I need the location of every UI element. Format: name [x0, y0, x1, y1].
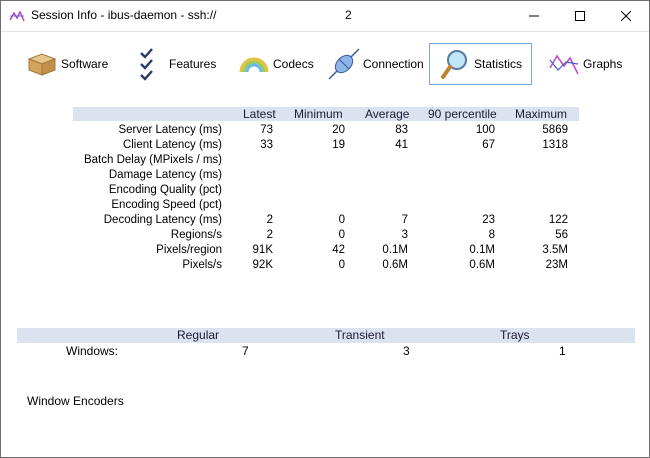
stat-cell: 0.6M — [469, 259, 495, 271]
session-info-window: Session Info - ibus-daemon - ssh:// 2 So… — [0, 0, 650, 458]
header-maximum: Maximum — [515, 107, 568, 121]
stat-cell: 0.1M — [469, 244, 495, 256]
windows-row-label: Windows: — [66, 344, 119, 358]
graph-icon — [547, 47, 581, 81]
statistics-header-row: Latest Minimum Average 90 percentile Max… — [73, 107, 579, 121]
windows-row: Windows: 7 3 1 — [17, 344, 635, 359]
stat-cell: 0 — [338, 259, 345, 271]
stat-row-label: Client Latency (ms) — [122, 139, 222, 151]
stat-row: Pixels/s 92K 0 0.6M 0.6M 23M — [73, 258, 579, 273]
stat-cell: 0 — [338, 229, 345, 241]
stat-row: Server Latency (ms) 73 20 83 100 5869 — [73, 123, 579, 138]
stat-row-label: Damage Latency (ms) — [108, 169, 222, 181]
app-icon — [9, 10, 25, 22]
box-icon — [25, 47, 59, 81]
window-title-number: 2 — [345, 8, 352, 22]
stat-row: Encoding Quality (pct) — [73, 183, 579, 198]
windows-trays-value: 1 — [559, 344, 566, 358]
tab-software-label: Software — [61, 57, 109, 71]
stat-cell: 0.6M — [382, 259, 408, 271]
tab-features[interactable]: Features — [133, 43, 216, 85]
header-latest: Latest — [243, 107, 276, 121]
header-regular: Regular — [177, 328, 220, 342]
stat-cell: 0.1M — [382, 244, 408, 256]
stat-row: Client Latency (ms) 33 19 41 67 1318 — [73, 138, 579, 153]
stat-cell: 19 — [332, 139, 345, 151]
stat-row: Encoding Speed (pct) — [73, 198, 579, 213]
stat-cell: 3.5M — [542, 244, 568, 256]
stat-cell: 2 — [266, 214, 273, 226]
toolbar: Software Features Codecs Connection Stat… — [1, 43, 649, 87]
stat-cell: 91K — [252, 244, 273, 256]
tab-codecs-label: Codecs — [273, 57, 314, 71]
stat-row: Regions/s 2 0 3 8 56 — [73, 228, 579, 243]
windows-regular-value: 7 — [242, 344, 249, 358]
stat-row-label: Pixels/region — [156, 244, 222, 256]
stat-cell: 56 — [555, 229, 568, 241]
checklist-icon — [133, 47, 167, 81]
header-minimum: Minimum — [294, 107, 343, 121]
plug-icon — [327, 47, 361, 81]
rainbow-icon — [237, 47, 271, 81]
stat-cell: 1318 — [542, 139, 568, 151]
stat-cell: 20 — [332, 124, 345, 136]
tab-graphs[interactable]: Graphs — [547, 43, 622, 85]
stat-cell: 5869 — [542, 124, 568, 136]
tab-graphs-label: Graphs — [583, 57, 623, 71]
stat-row: Batch Delay (MPixels / ms) — [73, 153, 579, 168]
window-title: Session Info - ibus-daemon - ssh:// — [31, 8, 217, 22]
title-bar[interactable]: Session Info - ibus-daemon - ssh:// 2 — [1, 1, 649, 32]
header-90-percentile: 90 percentile — [428, 107, 497, 121]
stat-cell: 23 — [482, 214, 495, 226]
stat-row-label: Decoding Latency (ms) — [103, 214, 222, 226]
stat-cell: 100 — [475, 124, 495, 136]
window-encoders-label: Window Encoders — [27, 394, 124, 408]
stat-row-label: Pixels/s — [182, 259, 222, 271]
tab-features-label: Features — [169, 57, 217, 71]
stat-cell: 83 — [395, 124, 408, 136]
tab-codecs[interactable]: Codecs — [237, 43, 314, 85]
stat-cell: 42 — [332, 244, 345, 256]
stat-row-label: Batch Delay (MPixels / ms) — [83, 154, 222, 166]
windows-header-row: Regular Transient Trays — [17, 328, 635, 343]
stat-cell: 7 — [401, 214, 408, 226]
minimize-icon — [529, 15, 539, 17]
header-transient: Transient — [335, 328, 385, 342]
stat-cell: 33 — [260, 139, 273, 151]
stat-cell: 23M — [545, 259, 568, 271]
stat-cell: 8 — [488, 229, 495, 241]
stat-cell: 3 — [401, 229, 408, 241]
minimize-button[interactable] — [511, 1, 557, 31]
stat-cell: 92K — [252, 259, 273, 271]
close-button[interactable] — [603, 1, 649, 31]
tab-statistics[interactable]: Statistics — [429, 43, 532, 85]
stat-row-label: Encoding Quality (pct) — [108, 184, 222, 196]
stat-row-label: Server Latency (ms) — [118, 124, 222, 136]
tab-connection[interactable]: Connection — [327, 43, 424, 85]
tab-connection-label: Connection — [363, 57, 424, 71]
magnifier-icon — [438, 47, 472, 81]
maximize-icon — [575, 11, 585, 21]
tab-statistics-label: Statistics — [474, 57, 523, 71]
windows-transient-value: 3 — [403, 344, 410, 358]
stat-cell: 0 — [338, 214, 345, 226]
close-icon — [621, 11, 631, 21]
stat-cell: 122 — [548, 214, 568, 226]
stat-row-label: Encoding Speed (pct) — [111, 199, 222, 211]
stat-cell: 67 — [482, 139, 495, 151]
header-trays: Trays — [500, 328, 530, 342]
tab-software[interactable]: Software — [25, 43, 108, 85]
stat-row: Pixels/region 91K 42 0.1M 0.1M 3.5M — [73, 243, 579, 258]
stat-cell: 41 — [395, 139, 408, 151]
stat-row: Decoding Latency (ms) 2 0 7 23 122 — [73, 213, 579, 228]
stat-cell: 73 — [260, 124, 273, 136]
maximize-button[interactable] — [557, 1, 603, 31]
stat-row-label: Regions/s — [170, 229, 222, 241]
header-average: Average — [365, 107, 410, 121]
stat-cell: 2 — [266, 229, 273, 241]
stat-row: Damage Latency (ms) — [73, 168, 579, 183]
